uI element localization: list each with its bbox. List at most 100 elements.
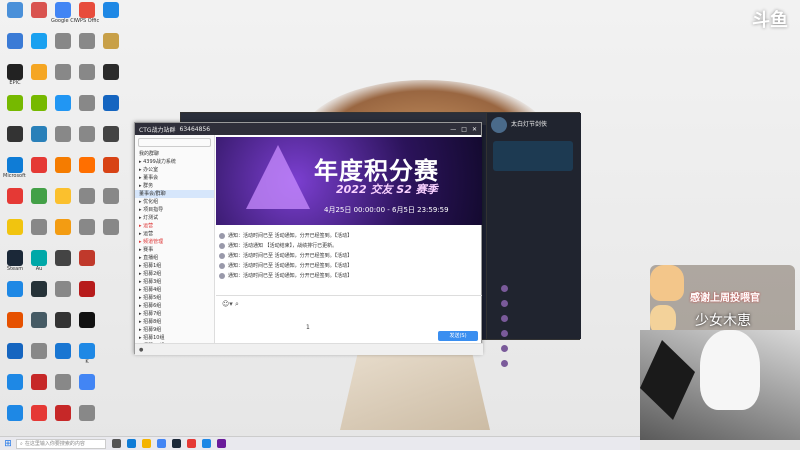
desktop-icon[interactable] [75, 219, 99, 235]
tree-item[interactable]: ▸ 招募3组 [135, 278, 214, 286]
desktop-icon[interactable] [27, 343, 51, 359]
desktop-icon[interactable]: Steam [3, 250, 27, 272]
desktop-icon[interactable]: Microsoft Edge [3, 157, 27, 179]
tree-item[interactable]: ▸ 办公室 [135, 166, 214, 174]
tree-item[interactable]: ▸ 招募1组 [135, 262, 214, 270]
desktop-icon[interactable] [3, 95, 27, 111]
compose-area[interactable]: ☺▾ ⌕ 1 发送(S) [216, 295, 482, 343]
game-list-row[interactable] [501, 313, 571, 323]
desktop-icon[interactable] [51, 33, 75, 49]
desktop-icon[interactable] [27, 126, 51, 142]
group-search-input[interactable] [138, 138, 211, 147]
tree-item[interactable]: ▸ 灯测试 [135, 214, 214, 222]
tree-item[interactable]: 董事会/群聊 [135, 190, 214, 198]
desktop-icon[interactable] [99, 188, 123, 204]
desktop-icon[interactable] [51, 250, 75, 266]
desktop-icon[interactable] [75, 188, 99, 204]
desktop-icon[interactable] [51, 95, 75, 111]
desktop-icon[interactable] [51, 219, 75, 235]
desktop-icon[interactable] [27, 157, 51, 173]
desktop-icon[interactable] [3, 405, 27, 421]
desktop-icon[interactable] [75, 405, 99, 421]
desktop-icon[interactable] [75, 374, 99, 390]
tree-item[interactable]: ▸ 招募4组 [135, 286, 214, 294]
desktop-icon[interactable] [51, 312, 75, 328]
tree-item[interactable]: ▸ 招募8组 [135, 318, 214, 326]
desktop-icon[interactable] [27, 405, 51, 421]
taskbar-search[interactable]: ⌕ 在这里输入你要搜索的内容 [16, 438, 106, 449]
app-icon[interactable] [187, 439, 196, 448]
game-list-row[interactable] [501, 283, 571, 293]
desktop-icon[interactable]: Google Chrome [51, 2, 75, 24]
tree-item[interactable]: ▸ 招募6组 [135, 302, 214, 310]
desktop-icon[interactable] [99, 2, 123, 18]
steam-icon[interactable] [172, 439, 181, 448]
tree-item[interactable]: ▸ 运营 [135, 222, 214, 230]
minimize-icon[interactable]: — [450, 126, 456, 133]
game-list-row[interactable] [501, 343, 571, 353]
desktop-icon[interactable] [99, 219, 123, 235]
desktop-icon[interactable] [3, 33, 27, 49]
avatar[interactable] [491, 117, 507, 133]
tree-item[interactable]: ▸ 招募2组 [135, 270, 214, 278]
desktop-icon[interactable]: K [75, 343, 99, 365]
desktop-icon[interactable] [51, 64, 75, 80]
app-icon[interactable] [202, 439, 211, 448]
tree-item[interactable]: 我的群聊 [135, 150, 214, 158]
desktop-icon[interactable] [75, 250, 99, 266]
desktop-icon[interactable] [99, 33, 123, 49]
tree-item[interactable]: ▸ 招募9组 [135, 326, 214, 334]
send-button[interactable]: 发送(S) [438, 331, 478, 341]
desktop-icon[interactable] [3, 312, 27, 328]
tree-item[interactable]: ▸ 优化组 [135, 198, 214, 206]
desktop-icon[interactable] [99, 157, 123, 173]
desktop-icon[interactable] [3, 126, 27, 142]
game-list-row[interactable] [501, 358, 571, 368]
mic-icon[interactable]: ● [139, 347, 143, 353]
desktop-icon[interactable] [27, 281, 51, 297]
tree-item[interactable]: ▸ 直播组 [135, 254, 214, 262]
tree-item[interactable]: ▸ 招募7组 [135, 310, 214, 318]
desktop-icon[interactable] [51, 157, 75, 173]
desktop-icon[interactable] [3, 2, 27, 18]
desktop-icon[interactable] [27, 33, 51, 49]
tree-item[interactable]: ▸ 招募10组 [135, 334, 214, 342]
compose-text[interactable]: 1 [306, 324, 310, 331]
desktop-icon[interactable] [3, 281, 27, 297]
desktop-icon[interactable] [75, 157, 99, 173]
desktop-icon[interactable] [51, 405, 75, 421]
task-view-icon[interactable] [112, 439, 121, 448]
windows-start-icon[interactable]: ⊞ [0, 437, 16, 450]
desktop-icon[interactable] [75, 95, 99, 111]
tree-item[interactable]: ▸ 4399战力系统 [135, 158, 214, 166]
desktop-icon[interactable] [27, 95, 51, 111]
desktop-icon[interactable] [75, 281, 99, 297]
desktop-icon[interactable] [51, 281, 75, 297]
emoji-icon[interactable]: ☺▾ ⌕ [222, 300, 239, 309]
desktop-icon[interactable] [51, 343, 75, 359]
desktop-icon[interactable] [27, 219, 51, 235]
tree-item[interactable]: ▸ 董事会 [135, 174, 214, 182]
desktop-icon[interactable]: EPIC [3, 64, 27, 86]
desktop-icon[interactable] [75, 312, 99, 328]
tree-item[interactable]: ▸ 项目指导 [135, 206, 214, 214]
tree-item[interactable]: ▸ 群务 [135, 182, 214, 190]
desktop-icon[interactable] [75, 126, 99, 142]
desktop-icon[interactable] [75, 64, 99, 80]
desktop-icon[interactable] [99, 95, 123, 111]
tree-item[interactable]: ▸ 频道管理 [135, 238, 214, 246]
group-chat-window[interactable]: CTG战力站群 63464856 — □ ✕ 我的群聊 ▸ 4399战力系统 ▸ 办… [134, 122, 483, 355]
edge-icon[interactable] [127, 439, 136, 448]
chrome-icon[interactable] [157, 439, 166, 448]
close-icon[interactable]: ✕ [472, 126, 477, 133]
maximize-icon[interactable]: □ [461, 126, 467, 133]
app-icon[interactable] [217, 439, 226, 448]
event-banner[interactable]: 年度积分赛 2022 交友 S2 赛季 4月25日 00:00:00 - 6月5… [216, 137, 482, 225]
desktop-icon[interactable] [3, 374, 27, 390]
game-list-row[interactable] [501, 328, 571, 338]
desktop-icon[interactable] [27, 64, 51, 80]
desktop-icon[interactable] [27, 2, 51, 18]
desktop-icon[interactable] [99, 126, 123, 142]
desktop-icon[interactable] [99, 64, 123, 80]
tree-item[interactable]: ▸ 运营 [135, 230, 214, 238]
